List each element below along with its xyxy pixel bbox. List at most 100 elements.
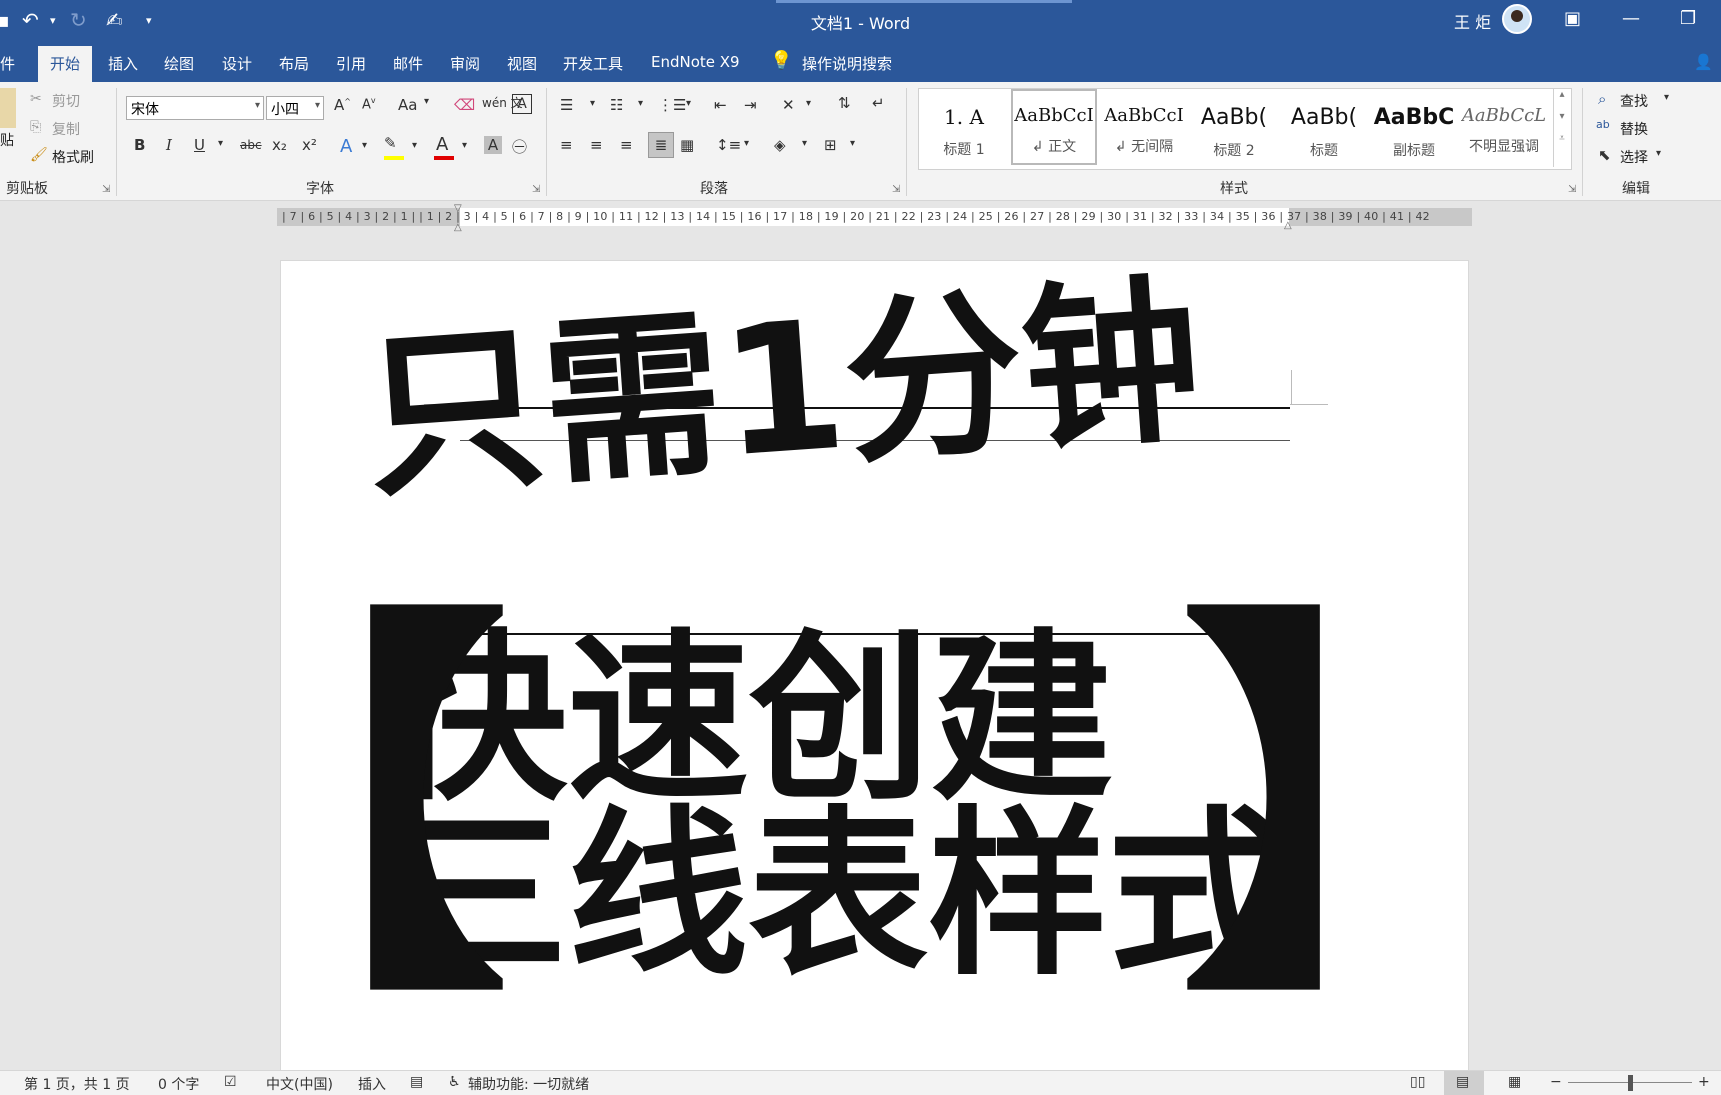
shrink-font-icon[interactable]: Av [362,96,376,112]
distributed-icon[interactable]: ▦ [680,136,694,154]
avatar[interactable] [1502,4,1532,34]
asian-layout-icon[interactable]: ✕ [782,96,795,114]
increase-indent-icon[interactable]: ⇥ [744,96,757,114]
borders-icon[interactable]: ⊞ [824,136,837,154]
underline-dropdown-icon[interactable]: ▾ [218,138,223,149]
web-layout-icon[interactable]: ▦ [1508,1074,1521,1090]
font-size-dropdown[interactable]: 小四 [266,96,324,120]
zoom-slider-thumb[interactable] [1628,1075,1633,1091]
style-normal[interactable]: AaBbCcI ↲ 正文 [1011,89,1097,165]
multilevel-dropdown-icon[interactable]: ▾ [686,98,691,109]
font-launcher-icon[interactable]: ⇲ [532,184,540,195]
change-case-icon[interactable]: Aa [398,96,417,114]
style-heading1[interactable]: 1. A 标题 1 [921,91,1007,167]
select-button[interactable]: 选择 [1620,147,1648,167]
language[interactable]: 中文(中国) [266,1074,333,1094]
style-title[interactable]: AaBb( 标题 [1281,91,1367,167]
line-spacing-dropdown-icon[interactable]: ▾ [744,138,749,149]
share-icon[interactable]: 👤 [1694,53,1713,71]
style-heading2[interactable]: AaBb( 标题 2 [1191,91,1277,167]
tab-developer[interactable]: 开发工具 [563,53,623,74]
multilevel-list-icon[interactable]: ⋮☰ [658,96,686,114]
right-indent-marker[interactable]: △ [1284,220,1292,231]
styles-scroll[interactable]: ▴ ▾ ⩡ [1553,89,1570,167]
bullets-dropdown-icon[interactable]: ▾ [590,98,595,109]
tab-view[interactable]: 视图 [507,53,537,74]
subscript-button[interactable]: x₂ [272,136,287,154]
cut-button[interactable]: 剪切 [52,91,80,111]
paste-button-label[interactable]: 贴 [0,130,14,150]
format-painter-icon[interactable]: 🖌 [30,147,48,163]
left-indent-marker[interactable]: △ [454,222,462,233]
text-effects-dropdown-icon[interactable]: ▾ [362,140,367,151]
style-no-spacing[interactable]: AaBbCcI ↲ 无间隔 [1101,91,1187,167]
tab-mailings[interactable]: 邮件 [393,53,423,74]
tab-insert[interactable]: 插入 [108,53,138,74]
paste-icon[interactable] [0,88,16,128]
tab-design[interactable]: 设计 [222,53,252,74]
minimize-button[interactable]: — [1622,8,1640,29]
first-line-indent-marker[interactable]: ▽ [454,203,462,214]
bullets-icon[interactable]: ☰ [560,96,573,114]
find-dropdown-icon[interactable]: ▾ [1664,92,1669,103]
tab-draw[interactable]: 绘图 [164,53,194,74]
tab-references[interactable]: 引用 [336,53,366,74]
macro-icon[interactable]: ▤ [410,1074,423,1090]
zoom-out-button[interactable]: − [1550,1074,1562,1090]
replace-icon[interactable]: ab [1596,118,1610,131]
scissors-icon[interactable]: ✂ [30,91,42,107]
restore-button[interactable]: ❐ [1680,8,1696,29]
select-icon[interactable]: ⬉ [1598,146,1611,164]
shading-dropdown-icon[interactable]: ▾ [802,138,807,149]
bold-button[interactable]: B [134,136,145,154]
highlight-dropdown-icon[interactable]: ▾ [412,140,417,151]
show-marks-icon[interactable]: ↵ [872,94,885,112]
asian-layout-dropdown-icon[interactable]: ▾ [806,98,811,109]
align-center-icon[interactable]: ≡ [590,136,603,154]
find-icon[interactable]: ⌕ [1598,90,1606,108]
change-case-dropdown-icon[interactable]: ▾ [424,96,429,107]
font-name-dropdown[interactable]: 宋体 [126,96,264,120]
user-name[interactable]: 王 炬 [1454,9,1491,33]
numbering-dropdown-icon[interactable]: ▾ [638,98,643,109]
highlight-icon[interactable]: ✎ [384,134,397,152]
clipboard-launcher-icon[interactable]: ⇲ [102,184,110,195]
character-border-icon[interactable]: A [512,94,532,114]
grow-font-icon[interactable]: A^ [334,96,351,114]
proofing-icon[interactable]: ☑ [224,1074,237,1090]
ribbon-display-options-icon[interactable]: ▣ [1564,8,1581,29]
italic-button[interactable]: I [166,136,172,154]
font-color-dropdown-icon[interactable]: ▾ [462,140,467,151]
tell-me-search[interactable]: 操作说明搜索 [802,53,892,74]
tab-file[interactable]: 件 [0,53,15,74]
select-dropdown-icon[interactable]: ▾ [1656,148,1661,159]
borders-dropdown-icon[interactable]: ▾ [850,138,855,149]
underline-button[interactable]: U [194,136,205,154]
copy-icon[interactable]: ⎘ [30,119,41,135]
copy-button[interactable]: 复制 [52,119,80,139]
paragraph-launcher-icon[interactable]: ⇲ [892,184,900,195]
strikethrough-button[interactable]: abc [240,138,262,152]
font-color-icon[interactable]: A [436,134,448,155]
read-mode-icon[interactable]: ▯▯ [1410,1074,1425,1090]
character-shading-icon[interactable]: A [484,136,502,154]
word-count[interactable]: 0 个字 [158,1074,199,1094]
superscript-button[interactable]: x² [302,136,317,154]
sort-icon[interactable]: ⇅ [838,94,851,112]
styles-launcher-icon[interactable]: ⇲ [1568,184,1576,195]
find-button[interactable]: 查找 [1620,91,1648,111]
zoom-in-button[interactable]: + [1698,1074,1710,1090]
tab-layout[interactable]: 布局 [279,53,309,74]
justify-icon[interactable]: ≣ [648,132,674,158]
page-count[interactable]: 第 1 页，共 1 页 [24,1074,130,1094]
tab-endnote[interactable]: EndNote X9 [651,53,740,71]
align-right-icon[interactable]: ≡ [620,136,633,154]
tab-home[interactable]: 开始 [38,46,93,82]
tab-review[interactable]: 审阅 [450,53,480,74]
format-painter-button[interactable]: 格式刷 [52,147,94,167]
line-spacing-icon[interactable]: ↕≡ [716,136,741,154]
accessibility-icon[interactable]: ♿ [448,1074,461,1090]
numbering-icon[interactable]: ☷ [610,96,623,114]
text-effects-icon[interactable]: A [340,136,352,157]
decrease-indent-icon[interactable]: ⇤ [714,96,727,114]
